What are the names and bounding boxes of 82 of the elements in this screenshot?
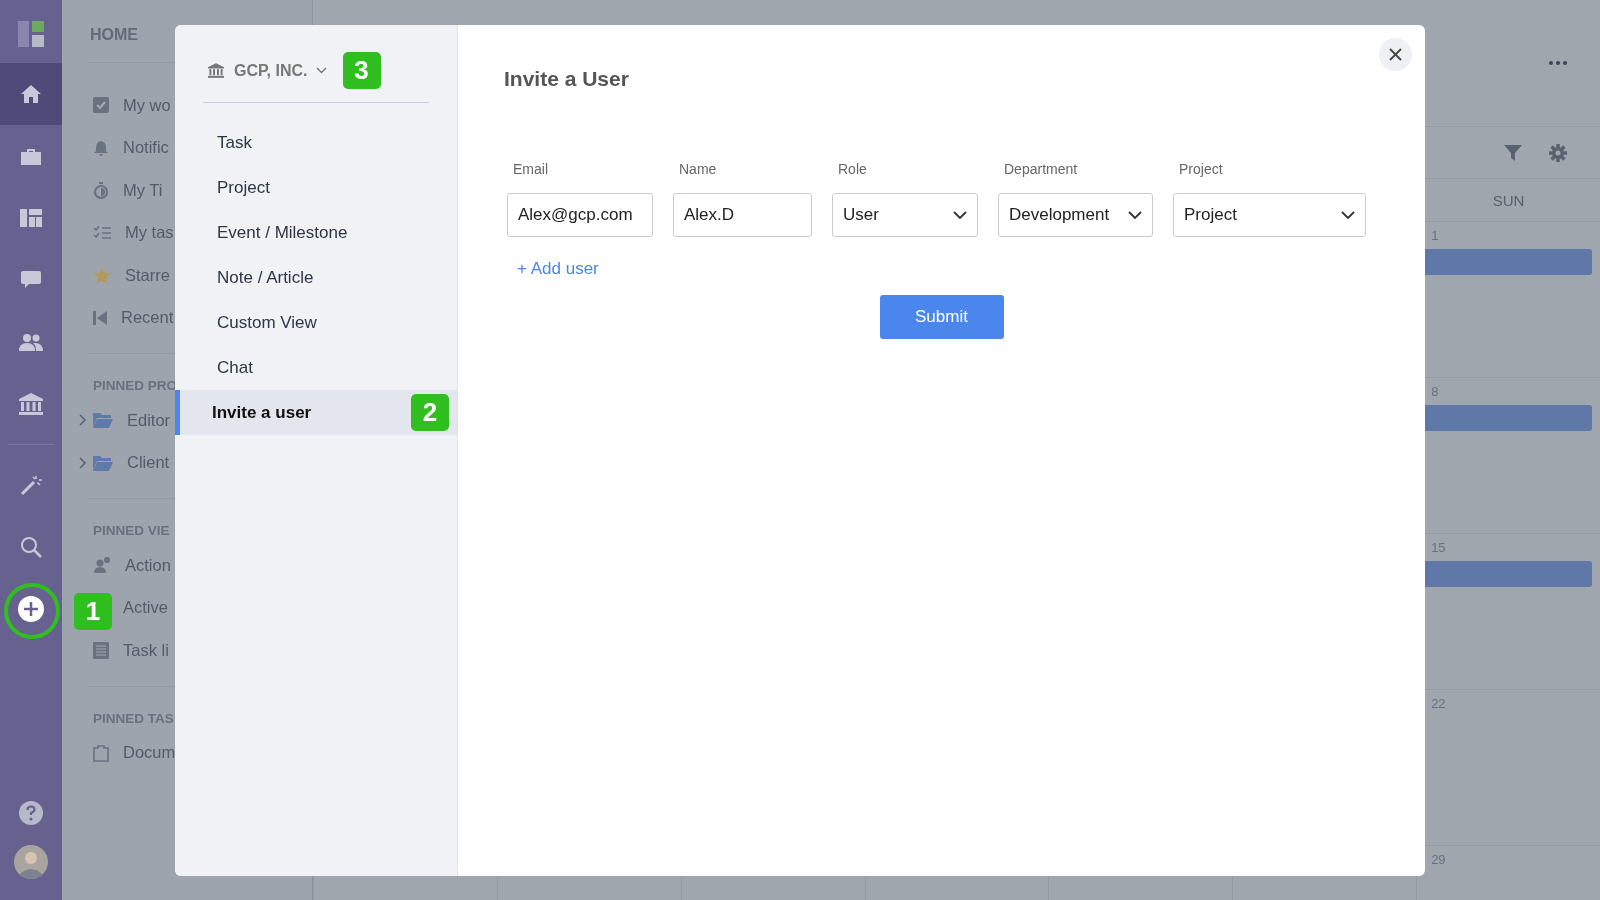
logo-icon (18, 21, 44, 47)
stopwatch-icon (93, 181, 109, 199)
search-icon (20, 536, 42, 558)
briefcase-icon (20, 146, 42, 166)
menu-label: Note / Article (217, 267, 314, 288)
board-icon (20, 209, 42, 227)
day-header: SUN (1492, 191, 1525, 209)
nav-item[interactable]: My Ti (123, 180, 163, 200)
bell-icon (93, 139, 109, 156)
close-button[interactable] (1379, 38, 1412, 71)
nav-item[interactable]: Editor (127, 410, 171, 430)
select-field[interactable]: Project (1173, 193, 1366, 237)
dialog-title: Invite a User (504, 67, 630, 91)
list-icon (93, 641, 109, 659)
menu-label: Invite a user (212, 402, 312, 423)
menu-item[interactable]: Project (175, 165, 457, 210)
step-badge: 3 (342, 52, 381, 89)
menu-item[interactable]: Invite a user 2 (175, 390, 457, 435)
select-field[interactable]: User (832, 193, 978, 237)
menu-label: Chat (217, 357, 253, 378)
folder-icon (93, 454, 113, 471)
chevron-down-icon (315, 67, 327, 74)
field-label: Email (512, 161, 549, 177)
step-badge: 1 (74, 593, 112, 630)
input-field[interactable]: Alex.D (673, 193, 812, 237)
home-icon (20, 84, 42, 104)
settings-icon[interactable] (1549, 143, 1567, 162)
checkbox-icon (93, 97, 109, 114)
nav-item[interactable]: Starre (125, 265, 170, 285)
nav-item[interactable]: Active (123, 598, 168, 618)
help-icon[interactable] (19, 801, 43, 825)
plus-icon (17, 595, 45, 623)
nav-item[interactable]: Recent (121, 308, 174, 328)
bank-icon (208, 63, 224, 78)
chevron-down-icon (953, 211, 967, 219)
checklist-icon (93, 225, 111, 240)
filter-icon[interactable] (1504, 144, 1522, 161)
nav-item[interactable]: Notific (123, 138, 169, 158)
person-alert-icon (93, 557, 111, 574)
select-field[interactable]: Development (998, 193, 1153, 237)
close-icon (1389, 48, 1402, 61)
magic-wand-icon (20, 474, 42, 496)
highlight-ring (4, 583, 60, 639)
menu-label: Custom View (217, 312, 317, 333)
skip-back-icon (93, 310, 107, 325)
field-label: Project (1178, 161, 1224, 177)
chevron-icon[interactable] (79, 414, 87, 427)
nav-item[interactable]: Client (127, 453, 170, 473)
organization-dropdown[interactable]: GCP, INC. (234, 61, 327, 80)
more-icon[interactable] (1549, 61, 1567, 65)
nav-item[interactable]: Docum (123, 743, 176, 763)
star-icon (93, 266, 111, 284)
field-label: Name (678, 161, 718, 177)
input-field[interactable]: Alex@gcp.com (507, 193, 653, 237)
menu-item[interactable]: Note / Article (175, 255, 457, 300)
chevron-down-icon (1341, 211, 1355, 219)
field-label: Department (1003, 161, 1079, 177)
chevron-down-icon (1128, 211, 1142, 219)
nav-item[interactable]: My wo (123, 95, 171, 115)
menu-item[interactable]: Chat (175, 345, 457, 390)
field-label: Role (837, 161, 868, 177)
menu-label: Task (217, 132, 252, 153)
nav-item[interactable]: Task li (123, 640, 169, 660)
menu-item[interactable]: Event / Milestone (175, 210, 457, 255)
rail-button[interactable] (0, 63, 62, 125)
bank-icon (19, 393, 43, 415)
chevron-icon[interactable] (79, 456, 87, 469)
avatar[interactable] (14, 845, 48, 879)
step-badge: 2 (411, 394, 449, 431)
nav-title: HOME (90, 26, 139, 45)
add-user-link[interactable]: + Add user (517, 259, 599, 279)
folder-icon (93, 412, 113, 429)
menu-label: Event / Milestone (217, 222, 348, 243)
submit-button[interactable]: Submit (879, 295, 1004, 339)
people-icon (19, 333, 43, 351)
menu-label: Project (217, 177, 270, 198)
nav-item[interactable]: Action (125, 555, 171, 575)
nav-item[interactable]: My tas (125, 223, 174, 243)
chat-icon (20, 270, 42, 290)
menu-item[interactable]: Custom View (175, 300, 457, 345)
menu-item[interactable]: Task (175, 120, 457, 165)
clipboard-icon (93, 743, 109, 762)
